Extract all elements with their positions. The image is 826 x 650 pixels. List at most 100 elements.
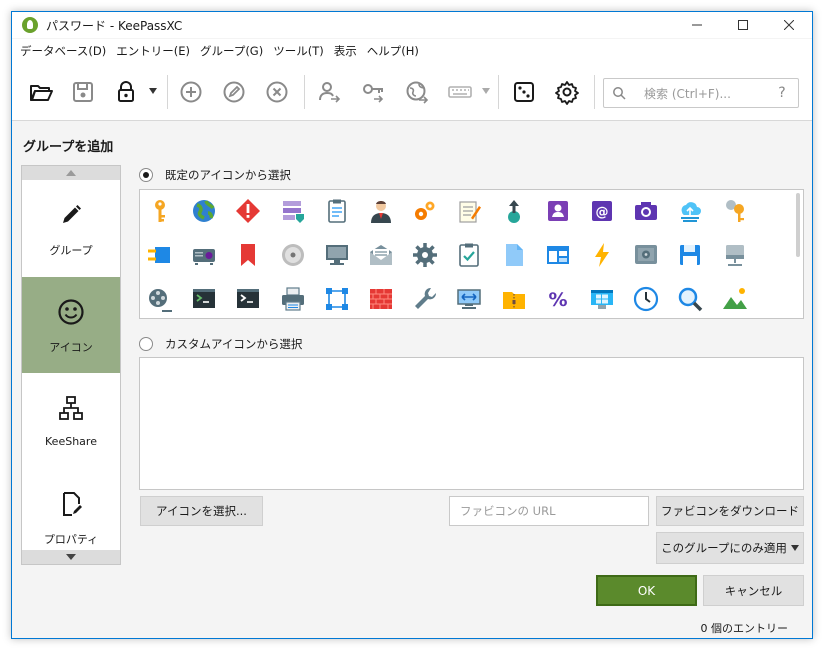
document-icon[interactable] [499,240,529,270]
autotype-button[interactable] [445,77,475,107]
minimize-button[interactable] [674,12,720,38]
magnifier-icon[interactable] [675,284,705,314]
default-icon-radio[interactable] [139,168,153,182]
menu-help[interactable]: ヘルプ(H) [362,39,424,63]
globe-icon[interactable] [189,196,219,226]
custom-icon-option[interactable]: カスタムアイコンから選択 [139,336,302,352]
close-button[interactable] [766,12,812,38]
sidebar-item-label: KeeShare [45,435,97,448]
sidebar-item-properties[interactable]: プロパティ [22,469,120,551]
menu-groups[interactable]: グループ(G) [195,39,268,63]
menu-view[interactable]: 表示 [329,39,362,63]
document-edit-icon [56,489,86,519]
ok-button[interactable]: OK [596,575,697,606]
add-entry-button[interactable] [176,77,206,107]
printer-icon[interactable] [278,284,308,314]
console-icon[interactable] [233,284,263,314]
floppy-icon[interactable] [675,240,705,270]
cloud-icon[interactable] [675,196,705,226]
custom-icon-radio[interactable] [139,337,153,351]
settings-icon [555,81,579,105]
password-generator-icon [514,82,534,102]
firewall-icon[interactable] [366,284,396,314]
sidebar-scroll-up[interactable] [22,166,120,180]
search-help-button[interactable]: ? [772,85,792,101]
search-input[interactable]: 検索 (Ctrl+F)... ? [603,78,799,108]
sidebar-item-label: グループ [49,244,93,257]
film-icon[interactable] [145,284,175,314]
disk-icon[interactable] [278,240,308,270]
key-icon[interactable] [145,196,175,226]
plug-icon[interactable] [145,240,175,270]
favicon-url-input[interactable]: ファビコンの URL [449,496,649,526]
open-url-icon [406,81,429,104]
icon-grid-scrollbar[interactable] [796,193,800,257]
remote-desktop-icon[interactable] [454,284,484,314]
bookmark-icon[interactable] [233,240,263,270]
sidebar-item-keeshare[interactable]: KeeShare [22,373,120,469]
settings-button[interactable] [552,77,582,107]
user-icon[interactable] [366,196,396,226]
warning-icon[interactable] [233,196,263,226]
sidebar-item-icon[interactable]: アイコン [22,277,120,373]
default-icon-grid[interactable]: @% [139,189,804,319]
autotype-menu-button[interactable] [481,85,491,97]
clock-icon[interactable] [631,284,661,314]
copy-username-button[interactable] [314,77,344,107]
password-generator-button[interactable] [509,77,539,107]
network-drive-icon[interactable] [720,240,750,270]
apply-scope-select[interactable]: このグループにのみ適用 [656,532,804,564]
windows-icon[interactable] [587,284,617,314]
status-entry-count: 0 個のエントリー [700,622,789,635]
network-icon[interactable] [322,284,352,314]
gear-icon[interactable] [410,240,440,270]
cancel-button[interactable]: キャンセル [703,575,804,606]
lock-menu-button[interactable] [148,85,158,97]
open-database-button[interactable] [26,77,56,107]
open-url-button[interactable] [402,77,432,107]
folder-zip-icon[interactable] [499,284,529,314]
select-icon-button[interactable]: アイコンを選択... [140,496,263,526]
chevron-down-icon [787,545,803,551]
clipboard-icon[interactable] [322,196,352,226]
menu-tools[interactable]: ツール(T) [268,39,329,63]
globe-upload-icon[interactable] [499,196,529,226]
menu-database[interactable]: データベース(D) [15,39,111,63]
identity-card-icon[interactable] [543,196,573,226]
menu-entries[interactable]: エントリー(E) [111,39,195,63]
camera-icon[interactable] [631,196,661,226]
server-icon[interactable] [278,196,308,226]
gears-icon[interactable] [410,196,440,226]
delete-entry-button[interactable] [262,77,292,107]
notepad-icon[interactable] [454,196,484,226]
wrench-icon[interactable] [410,284,440,314]
terminal-icon[interactable] [189,284,219,314]
percent-icon[interactable]: % [543,284,573,314]
default-icon-label: 既定のアイコンから選択 [165,168,291,182]
download-favicon-button[interactable]: ファビコンをダウンロード [656,496,804,526]
save-database-button[interactable] [68,77,98,107]
toolbar-separator [167,75,168,109]
add-entry-icon [180,81,202,103]
email-icon[interactable]: @ [587,196,617,226]
landscape-icon[interactable] [720,284,750,314]
layout-icon[interactable] [543,240,573,270]
default-icon-option[interactable]: 既定のアイコンから選択 [139,167,291,183]
keys-icon[interactable] [720,196,750,226]
lock-database-button[interactable] [111,77,141,107]
projector-icon[interactable] [189,240,219,270]
edit-entry-button[interactable] [219,77,249,107]
checklist-icon[interactable] [454,240,484,270]
lightning-icon[interactable] [587,240,617,270]
toolbar-separator [594,75,595,109]
copy-password-button[interactable] [358,77,388,107]
sidebar: グループ アイコン KeeShare プロパティ [21,165,121,565]
toolbar-separator [304,75,305,109]
monitor-icon[interactable] [322,240,352,270]
maximize-button[interactable] [720,12,766,38]
safe-icon[interactable] [631,240,661,270]
sidebar-scroll-down[interactable] [22,550,120,564]
sidebar-item-group[interactable]: グループ [22,180,120,276]
custom-icon-list[interactable] [139,357,804,490]
mail-icon[interactable] [366,240,396,270]
